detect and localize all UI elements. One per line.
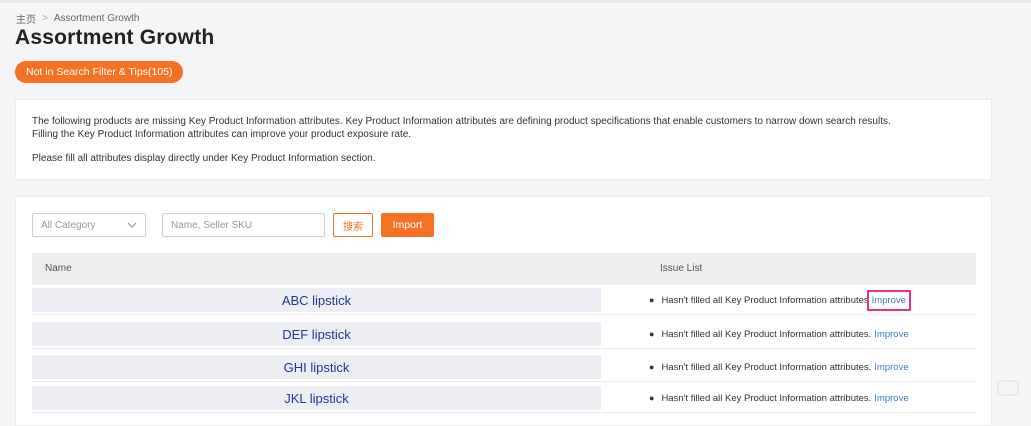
issue-text: Hasn't filled all Key Product Informatio…: [661, 294, 869, 306]
breadcrumb-home[interactable]: 主页: [16, 11, 36, 26]
table-header: Name Issue List: [32, 253, 976, 285]
issue-item: ● Hasn't filled all Key Product Informat…: [649, 319, 909, 349]
tab-not-in-search-filter[interactable]: Not in Search Filter & Tips(105): [15, 61, 184, 83]
improve-link[interactable]: Improve: [874, 362, 908, 373]
product-name: GHI lipstick: [32, 355, 601, 379]
filter-bar: All Category 搜索 Import: [32, 213, 434, 237]
table-row: JKL lipstick ● Hasn't filled all Key Pro…: [32, 383, 976, 413]
issue-item: ● Hasn't filled all Key Product Informat…: [649, 352, 909, 382]
issue-item: ● Hasn't filled all Key Product Informat…: [649, 285, 912, 315]
notice-text-2: Filling the Key Product Information attr…: [32, 128, 412, 140]
table-row: DEF lipstick ● Hasn't filled all Key Pro…: [32, 319, 976, 349]
column-header-name: Name: [45, 263, 72, 274]
products-table: Name Issue List ABC lipstick ● Hasn't fi…: [32, 253, 976, 413]
page-title: Assortment Growth: [15, 26, 215, 49]
bullet-icon: ●: [649, 362, 655, 372]
category-select[interactable]: All Category: [32, 213, 146, 237]
products-panel: All Category 搜索 Import Name Issue List A…: [15, 196, 992, 426]
notice-text-3: Please fill all attributes display direc…: [32, 153, 376, 164]
issue-item: ● Hasn't filled all Key Product Informat…: [649, 383, 909, 413]
breadcrumb: 主页 > Assortment Growth: [16, 11, 139, 26]
bullet-icon: ●: [649, 393, 655, 403]
top-bar: [0, 0, 1031, 3]
issue-text: Hasn't filled all Key Product Informatio…: [661, 392, 872, 404]
product-name: JKL lipstick: [32, 386, 601, 410]
scroll-to-top-icon[interactable]: [995, 378, 1021, 398]
issue-text: Hasn't filled all Key Product Informatio…: [661, 361, 872, 373]
table-row: ABC lipstick ● Hasn't filled all Key Pro…: [32, 285, 976, 315]
improve-link[interactable]: Improve: [874, 393, 908, 404]
product-name: ABC lipstick: [32, 288, 601, 312]
bullet-icon: ●: [649, 295, 655, 305]
import-button[interactable]: Import: [381, 213, 434, 237]
chevron-down-icon: [127, 220, 137, 230]
breadcrumb-current: Assortment Growth: [53, 13, 140, 24]
search-button[interactable]: 搜索: [333, 213, 373, 237]
bullet-icon: ●: [649, 329, 655, 339]
search-input[interactable]: [162, 213, 325, 237]
product-name: DEF lipstick: [32, 322, 601, 346]
table-row: GHI lipstick ● Hasn't filled all Key Pro…: [32, 352, 976, 382]
improve-link[interactable]: Improve: [874, 329, 908, 340]
notice-text-1: The following products are missing Key P…: [32, 116, 891, 127]
issue-text: Hasn't filled all Key Product Informatio…: [661, 328, 872, 340]
column-header-issue-list: Issue List: [660, 263, 703, 274]
improve-link[interactable]: Improve: [866, 289, 912, 311]
category-select-value: All Category: [41, 219, 96, 231]
chevron-right-icon: >: [42, 13, 48, 24]
info-notice: The following products are missing Key P…: [15, 99, 992, 180]
